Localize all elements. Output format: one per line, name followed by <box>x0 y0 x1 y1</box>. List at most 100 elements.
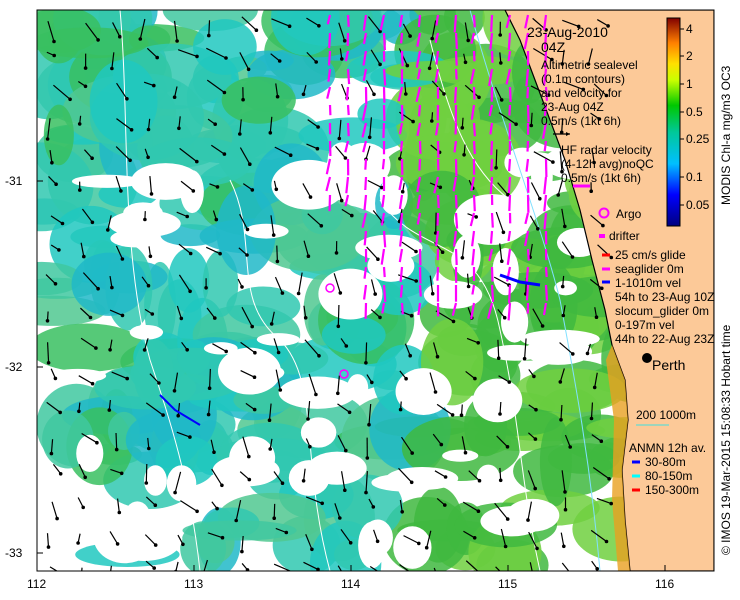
hf-radar-arrow <box>382 122 386 138</box>
hf-radar-arrow <box>508 104 512 116</box>
colorbar-tick: 0.5 <box>686 105 703 119</box>
hf-radar-arrow <box>490 212 494 228</box>
hf-radar-arrow <box>363 266 368 279</box>
velocity-arrow <box>209 368 211 389</box>
velocity-arrow <box>499 467 502 481</box>
hf-radar-arrow <box>346 122 350 137</box>
velocity-arrow <box>208 20 211 36</box>
colorbar-tick: 0.1 <box>686 170 703 184</box>
hf-legend-line: HF radar velocity <box>561 143 652 157</box>
hf-radar-arrow <box>346 104 350 116</box>
altimetry-legend-line: 0.5m/s (1kt 6h) <box>541 114 621 128</box>
hf-radar-arrow <box>490 140 494 156</box>
hf-radar-arrow <box>507 32 512 50</box>
hf-radar-arrow <box>454 86 458 104</box>
anmn-item-label: 150-300m <box>645 483 699 497</box>
hf-radar-arrow <box>346 14 350 27</box>
velocity-arrow <box>365 342 368 363</box>
hf-radar-arrow <box>472 86 476 100</box>
y-tick-label: -31 <box>5 174 23 188</box>
hf-radar-arrow <box>489 176 494 195</box>
hf-radar-arrow <box>399 140 404 152</box>
colorbar <box>666 17 681 227</box>
hf-radar-arrow <box>453 140 458 153</box>
glider-legend-line: slocum_glider 0m <box>615 304 709 318</box>
hf-radar-arrow <box>525 158 530 172</box>
argo-label: Argo <box>616 207 642 221</box>
anmn-title: ANMN 12h av. <box>629 441 706 455</box>
hf-radar-arrow <box>472 50 476 62</box>
hf-radar-arrow <box>346 68 351 85</box>
hf-radar-arrow <box>382 284 387 302</box>
hf-radar-arrow <box>489 230 494 244</box>
hf-legend-line: (4-12h avg)noQC <box>561 157 654 171</box>
y-tick-label: -32 <box>5 360 23 374</box>
hf-radar-arrow <box>382 266 386 278</box>
velocity-arrow <box>276 245 278 262</box>
hf-radar-arrow <box>508 158 512 172</box>
hf-radar-arrow <box>472 122 476 137</box>
hf-radar-arrow <box>507 230 512 242</box>
credit: © IMOS 19-Mar-2015 15:08:33 Hobart time <box>719 324 733 555</box>
colorbar-tick: 2 <box>686 49 693 63</box>
hf-radar-arrow <box>400 50 404 67</box>
hf-radar-arrow <box>508 86 512 102</box>
hf-radar-arrow <box>543 212 548 230</box>
hf-radar-arrow <box>454 32 458 49</box>
hf-radar-arrow <box>526 104 530 123</box>
x-tick-label: 115 <box>498 577 517 591</box>
colorbar-tick: 4 <box>686 22 693 36</box>
city-label: Perth <box>652 357 685 373</box>
hf-radar-arrow <box>363 230 368 246</box>
ocean-map: 112 113 114 115 116 -31 -32 -33 23-Aug-2010 04… <box>5 9 733 591</box>
colorbar-tick: 0.05 <box>686 198 710 212</box>
x-tick-label: 114 <box>341 577 360 591</box>
glider-legend-line: seaglider 0m <box>615 262 684 276</box>
hf-radar-arrow <box>472 140 476 155</box>
hf-radar-arrow <box>507 176 512 194</box>
hf-radar-arrow <box>490 266 494 282</box>
anmn-item-label: 30-80m <box>645 455 686 469</box>
hf-radar-arrow <box>382 32 386 51</box>
hf-radar-arrow <box>345 86 350 101</box>
hf-radar-arrow <box>364 176 368 191</box>
hf-radar-arrow <box>417 14 422 28</box>
hf-radar-arrow <box>382 230 387 248</box>
hf-radar-arrow <box>490 50 494 63</box>
altimetry-legend-line: (0.1m contours) <box>541 72 625 86</box>
velocity-arrow <box>145 463 148 484</box>
hf-radar-arrow <box>544 266 548 278</box>
hf-radar-arrow <box>436 194 440 209</box>
hf-radar-arrow <box>526 140 530 152</box>
colorbar-tick: 1 <box>686 77 693 91</box>
velocity-arrow <box>495 149 498 168</box>
x-tick-label: 116 <box>655 577 674 591</box>
altimetry-legend-line: Altimetric sealevel <box>541 58 638 72</box>
hf-radar-arrow <box>508 284 512 303</box>
velocity-arrow <box>337 304 340 327</box>
hf-radar-arrow <box>543 140 548 152</box>
hf-radar-arrow <box>399 266 404 283</box>
drifter-label: drifter <box>609 229 640 243</box>
velocity-arrow <box>499 401 502 415</box>
glider-legend-line: 1-1010m vel <box>615 276 681 290</box>
hf-radar-arrow <box>472 194 476 212</box>
altimetry-legend-line: 23-Aug 04Z <box>541 100 604 114</box>
glider-legend-line: 0-197m vel <box>615 318 674 332</box>
hf-radar-arrow <box>417 104 422 117</box>
glider-legend-line: 25 cm/s glide <box>615 248 686 262</box>
hf-radar-arrow <box>490 284 495 303</box>
hf-radar-arrow <box>453 14 458 33</box>
altimetry-legend-line: and velocity for <box>541 86 622 100</box>
hf-radar-arrow <box>507 302 512 321</box>
map-time: 04Z <box>541 39 566 55</box>
colorbar-title: MODIS Chl-a mg/m3 OC3 <box>719 65 733 205</box>
hf-radar-arrow <box>381 158 386 170</box>
anmn-item-label: 80-150m <box>645 469 692 483</box>
hf-legend-line: 0.5m/s (1kt 6h) <box>561 171 641 185</box>
hf-radar-arrow <box>436 212 440 226</box>
hf-radar-arrow <box>544 284 549 301</box>
glider-legend-line: 54h to 23-Aug 10Z <box>615 290 714 304</box>
hf-radar-arrow <box>454 50 458 66</box>
hf-radar-arrow <box>328 194 332 212</box>
